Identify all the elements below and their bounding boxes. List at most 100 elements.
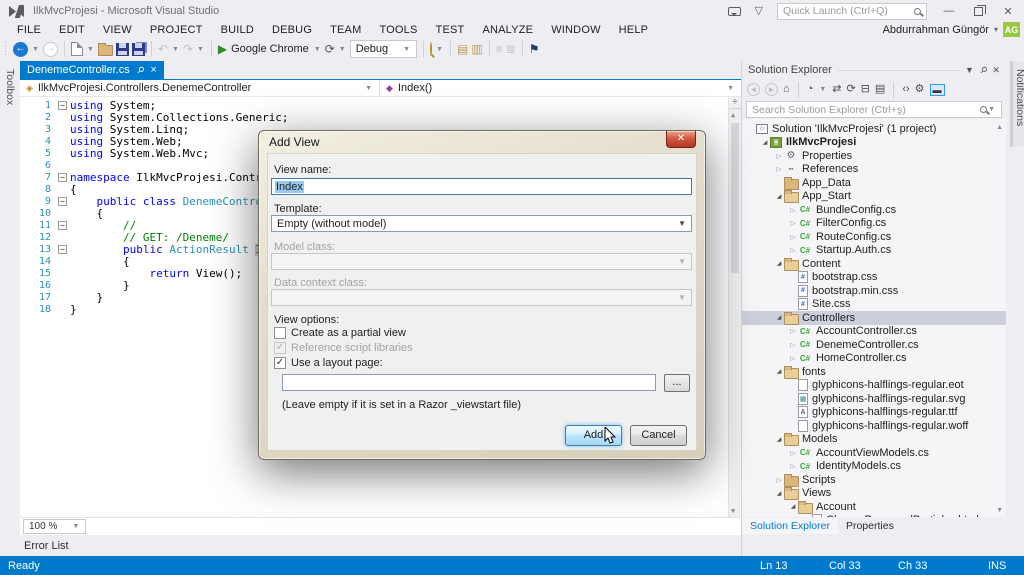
- menu-item-window[interactable]: WINDOW: [542, 24, 609, 36]
- tree-item-filterconfig-cs[interactable]: ▷C#FilterConfig.cs: [742, 217, 1006, 231]
- menu-item-team[interactable]: TEAM: [321, 24, 370, 36]
- dialog-titlebar[interactable]: Add View: [259, 131, 705, 153]
- forward-icon[interactable]: ►: [765, 83, 778, 96]
- preview-selected-items-icon[interactable]: ▬: [930, 84, 945, 96]
- pin-icon[interactable]: ⚲: [134, 64, 146, 76]
- tree-item-views[interactable]: ◢Views: [742, 487, 1006, 501]
- expand-closed-icon[interactable]: ▷: [788, 354, 798, 362]
- expand-open-icon[interactable]: ◢: [774, 193, 784, 200]
- zoom-control[interactable]: 100 % ▼: [23, 519, 86, 534]
- solution-tree[interactable]: ▲ ▼ ◇Solution 'IlkMvcProjesi' (1 project…: [742, 119, 1006, 517]
- tree-item-changepasswordpartial-cshtml[interactable]: @ChangePasswordPartial.cshtml: [742, 514, 1006, 518]
- editor-vertical-scrollbar[interactable]: ÷ ▲ ▼: [728, 97, 741, 517]
- menu-item-build[interactable]: BUILD: [212, 24, 263, 36]
- tree-item-startup-auth-cs[interactable]: ▷C#Startup.Auth.cs: [742, 244, 1006, 258]
- tree-item-denemecontroller-cs[interactable]: ▷C#DenemeController.cs: [742, 338, 1006, 352]
- tree-item-routeconfig-cs[interactable]: ▷C#RouteConfig.cs: [742, 230, 1006, 244]
- tree-item-identitymodels-cs[interactable]: ▷C#IdentityModels.cs: [742, 460, 1006, 474]
- expand-closed-icon[interactable]: ▷: [788, 462, 798, 470]
- close-icon[interactable]: ✕: [992, 65, 1000, 76]
- expand-open-icon[interactable]: ◢: [774, 436, 784, 443]
- close-button[interactable]: ✕: [1000, 5, 1016, 18]
- tree-item-bootstrap-min-css[interactable]: #bootstrap.min.css: [742, 284, 1006, 298]
- chevron-down-icon[interactable]: ▼: [818, 86, 827, 93]
- fold-collapse-icon[interactable]: −: [58, 197, 67, 206]
- type-dropdown[interactable]: ◈ IlkMvcProjesi.Controllers.DenemeContro…: [20, 80, 380, 96]
- error-list-panel[interactable]: Error List: [0, 535, 741, 556]
- new-window-icon[interactable]: ▤: [457, 43, 468, 55]
- back-icon[interactable]: ◄: [747, 83, 760, 96]
- expand-closed-icon[interactable]: ▷: [788, 246, 798, 254]
- dropdown-arrow-icon[interactable]: ▼: [171, 46, 180, 53]
- partial-view-checkbox[interactable]: Create as a partial view: [274, 327, 406, 339]
- tree-item-models[interactable]: ◢Models: [742, 433, 1006, 447]
- solution-configuration-dropdown[interactable]: Debug▼: [350, 40, 417, 58]
- tree-item-bundleconfig-cs[interactable]: ▷C#BundleConfig.cs: [742, 203, 1006, 217]
- expand-open-icon[interactable]: ◢: [774, 490, 784, 497]
- home-icon[interactable]: ⌂: [783, 84, 790, 95]
- tree-item-site-css[interactable]: #Site.css: [742, 298, 1006, 312]
- avatar[interactable]: AG: [1003, 22, 1020, 37]
- tool-window-tab-solution-explorer[interactable]: Solution Explorer: [742, 518, 838, 534]
- dropdown-arrow-icon[interactable]: ▼: [31, 46, 40, 53]
- expand-closed-icon[interactable]: ▷: [788, 341, 798, 349]
- scroll-up-arrow[interactable]: ▲: [731, 111, 735, 119]
- window-layout-icon[interactable]: ▥: [471, 43, 482, 55]
- menu-item-project[interactable]: PROJECT: [141, 24, 212, 36]
- dropdown-arrow-icon[interactable]: ▼: [435, 46, 444, 53]
- tree-item-app-data[interactable]: App_Data: [742, 176, 1006, 190]
- splitter-handle[interactable]: ÷: [729, 97, 741, 109]
- menu-item-debug[interactable]: DEBUG: [263, 24, 321, 36]
- menu-item-test[interactable]: TEST: [427, 24, 474, 36]
- layout-page-checkbox[interactable]: ✓ Use a layout page:: [274, 357, 383, 369]
- fold-collapse-icon[interactable]: −: [58, 221, 67, 230]
- tree-item-glyphicons-halflings-regular-ttf[interactable]: Aglyphicons-halflings-regular.ttf: [742, 406, 1006, 420]
- properties-icon[interactable]: ⚙: [915, 84, 925, 95]
- expand-open-icon[interactable]: ◢: [788, 503, 798, 510]
- find-in-files-icon[interactable]: [430, 43, 432, 55]
- notifications-tab[interactable]: Notifications: [1010, 61, 1024, 147]
- navigate-forward-icon[interactable]: →: [43, 42, 58, 57]
- expand-open-icon[interactable]: ◢: [774, 314, 784, 321]
- close-tab-icon[interactable]: ×: [150, 64, 156, 76]
- save-all-icon[interactable]: [132, 43, 145, 56]
- user-name[interactable]: Abdurrahman Güngör: [883, 24, 989, 36]
- tree-item-scripts[interactable]: ▷Scripts: [742, 473, 1006, 487]
- tree-item-bootstrap-css[interactable]: #bootstrap.css: [742, 271, 1006, 285]
- tree-item-homecontroller-cs[interactable]: ▷C#HomeController.cs: [742, 352, 1006, 366]
- layout-page-input[interactable]: [282, 374, 656, 391]
- minimize-button[interactable]: —: [941, 5, 957, 17]
- expand-closed-icon[interactable]: ▷: [788, 233, 798, 241]
- menu-item-view[interactable]: VIEW: [94, 24, 141, 36]
- pending-changes-filter-icon[interactable]: ◔: [807, 84, 814, 95]
- browse-button[interactable]: ...: [664, 374, 690, 392]
- expand-closed-icon[interactable]: ▷: [788, 206, 798, 214]
- fold-margin[interactable]: −: [56, 100, 70, 112]
- tree-item-glyphicons-halflings-regular-eot[interactable]: glyphicons-halflings-regular.eot: [742, 379, 1006, 393]
- expand-closed-icon[interactable]: ▷: [788, 327, 798, 335]
- fold-margin[interactable]: −: [56, 196, 70, 208]
- expand-open-icon[interactable]: ◢: [774, 368, 784, 375]
- member-dropdown[interactable]: ◆ Index() ▼: [380, 80, 741, 96]
- fold-margin[interactable]: −: [56, 244, 70, 256]
- tree-item-accountcontroller-cs[interactable]: ▷C#AccountController.cs: [742, 325, 1006, 339]
- menu-item-tools[interactable]: TOOLS: [370, 24, 426, 36]
- comment-lines-icon[interactable]: ≡: [496, 43, 503, 55]
- scrollbar-thumb[interactable]: [731, 123, 739, 273]
- tree-item-ilkmvcprojesi[interactable]: ◢≣IlkMvcProjesi: [742, 136, 1006, 150]
- tree-item-solution-ilkmvcprojesi-1-project-[interactable]: ◇Solution 'IlkMvcProjesi' (1 project): [742, 122, 1006, 136]
- template-dropdown[interactable]: Empty (without model) ▼: [271, 215, 692, 232]
- tree-item-controllers[interactable]: ◢Controllers: [742, 311, 1006, 325]
- add-button[interactable]: Add: [565, 425, 622, 446]
- view-name-input[interactable]: Index: [271, 178, 692, 195]
- dropdown-arrow-icon[interactable]: ▼: [86, 46, 95, 53]
- new-project-icon[interactable]: [71, 42, 83, 56]
- tree-item-glyphicons-halflings-regular-svg[interactable]: ▦glyphicons-halflings-regular.svg: [742, 392, 1006, 406]
- bookmark-icon[interactable]: ⚑: [529, 43, 540, 55]
- start-debugging-button[interactable]: ▶Google Chrome▼: [218, 43, 322, 55]
- pin-icon[interactable]: ⚲: [977, 64, 989, 76]
- toolbar-grip[interactable]: [4, 41, 8, 57]
- cancel-button[interactable]: Cancel: [630, 425, 687, 446]
- properties-page-icon[interactable]: ▤: [875, 84, 885, 95]
- expand-open-icon[interactable]: ◢: [760, 139, 770, 146]
